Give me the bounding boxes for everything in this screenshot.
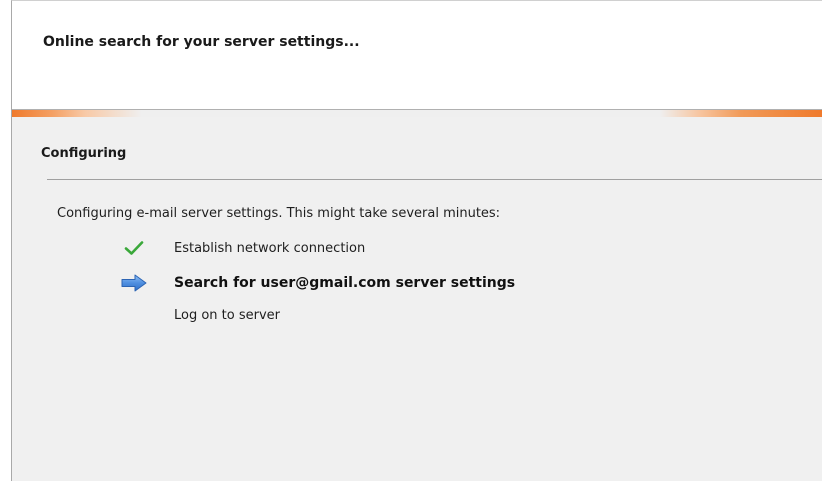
checkmark-icon (120, 237, 148, 259)
header-title: Online search for your server settings..… (43, 34, 360, 50)
section-title: Configuring (41, 146, 127, 161)
step-label: Establish network connection (174, 240, 366, 256)
step-search-settings: Search for user@gmail.com server setting… (120, 272, 515, 294)
step-label: Log on to server (174, 307, 281, 323)
intro-text: Configuring e-mail server settings. This… (57, 206, 501, 221)
empty-status-icon (120, 304, 148, 326)
step-log-on: Log on to server (120, 304, 280, 326)
arrow-right-icon (120, 272, 148, 294)
section-divider (47, 179, 822, 180)
dialog-window: Online search for your server settings..… (11, 0, 822, 481)
step-establish-connection: Establish network connection (120, 237, 365, 259)
dialog-header: Online search for your server settings..… (12, 1, 822, 109)
progress-strip (12, 109, 822, 117)
step-label: Search for user@gmail.com server setting… (174, 275, 516, 291)
